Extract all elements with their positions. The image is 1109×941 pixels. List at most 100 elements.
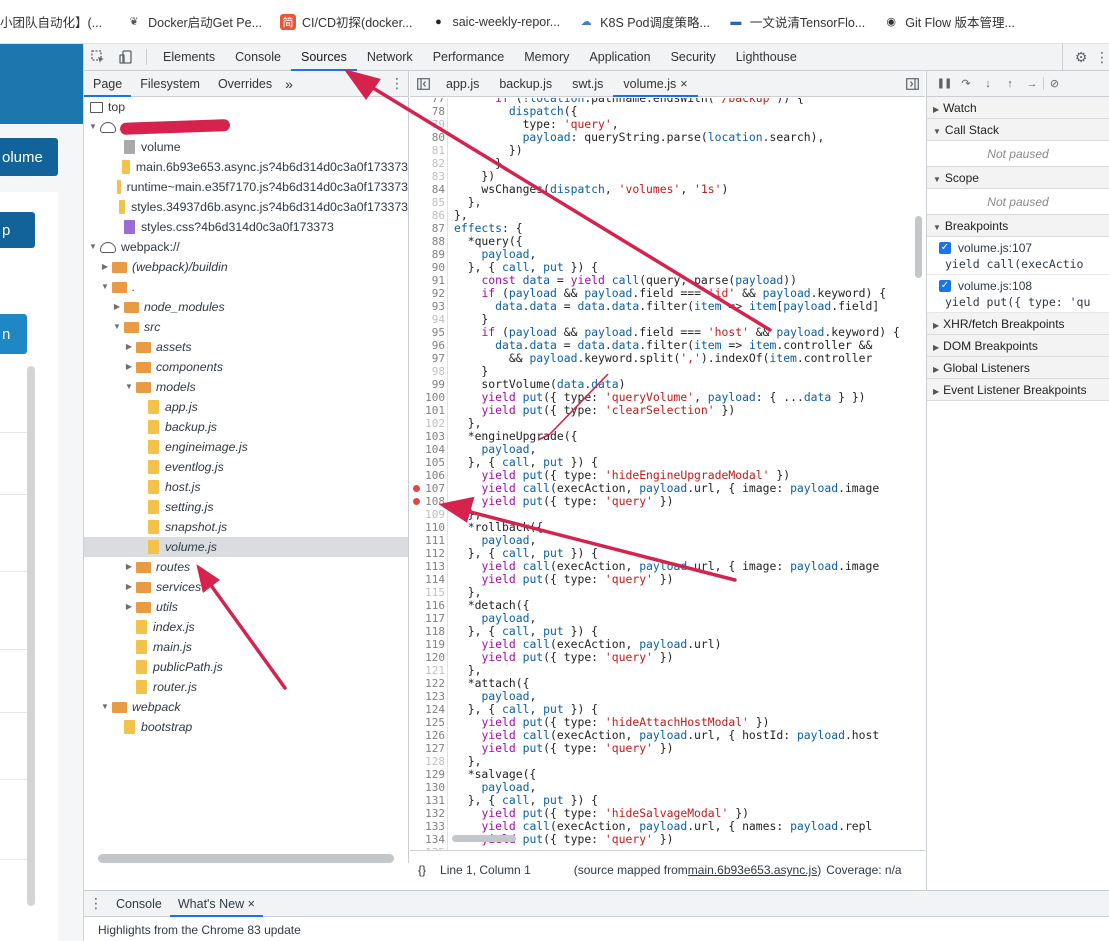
triangle-right-icon[interactable]: ▶ [124,357,134,377]
drawer-menu-icon[interactable]: ⋮ [84,891,108,917]
triangle-down-icon[interactable]: ▼ [88,117,98,137]
line-number[interactable]: 84 [410,183,445,196]
tree-item[interactable]: publicPath.js [84,657,408,677]
tree-item[interactable]: ▶ (webpack)/buildin [84,257,408,277]
line-number[interactable]: 120 [410,651,445,664]
line-number[interactable]: 106 [410,469,445,482]
source-map-link[interactable]: main.6b93e653.async.js [688,863,817,877]
tab-elements[interactable]: Elements [153,44,225,71]
bookmark-item[interactable]: ❦ Docker启动Get Pe... [126,12,262,31]
tree-item[interactable]: runtime~main.e35f7170.js?4b6d314d0c3a0f1… [84,177,408,197]
page-button-3[interactable]: n [0,314,27,354]
line-number[interactable]: 131 [410,794,445,807]
code-area[interactable]: 77 if (!location.pathname.endsWith('/bac… [410,98,925,850]
toggle-debugger-icon[interactable] [899,71,925,97]
tree-item[interactable]: styles.34937d6b.async.js?4b6d314d0c3a0f1… [84,197,408,217]
breakpoints-section[interactable]: ▼ Breakpoints [927,215,1109,237]
page-button-volume[interactable]: olume [0,138,58,176]
tree-item[interactable]: volume [84,137,408,157]
tree-item[interactable]: backup.js [84,417,408,437]
step-icon[interactable]: → [1021,78,1043,90]
more-tabs-icon[interactable]: » [281,71,297,97]
breakpoint-checkbox[interactable]: ✓ [939,242,951,254]
line-number[interactable]: 85 [410,196,445,209]
xhr-breakpoints-section[interactable]: ▶ XHR/fetch Breakpoints [927,313,1109,335]
line-number[interactable]: 100 [410,391,445,404]
line-number[interactable]: 83 [410,170,445,183]
bookmark-item[interactable]: ● saic-weekly-repor... [430,14,560,30]
editor-tab[interactable]: app.js [436,71,489,97]
line-number[interactable]: 79 [410,118,445,131]
triangle-down-icon[interactable]: ▼ [88,237,98,257]
line-number[interactable]: 114 [410,573,445,586]
tree-item[interactable]: app.js [84,397,408,417]
tree-item[interactable]: eventlog.js [84,457,408,477]
line-number[interactable]: 119 [410,638,445,651]
tree-item[interactable]: bootstrap [84,717,408,737]
bookmark-item[interactable]: 简 CI/CD初探(docker... [280,12,412,31]
toggle-navigator-icon[interactable] [410,71,436,97]
line-number[interactable]: 77 [410,98,445,105]
bookmark-item[interactable]: 小团队自动化】(... [0,12,102,31]
tree-item[interactable]: ▶ assets [84,337,408,357]
tree-item[interactable]: main.6b93e653.async.js?4b6d314d0c3a0f173… [84,157,408,177]
bookmark-item[interactable]: ◉ Git Flow 版本管理... [883,12,1015,31]
line-number[interactable]: 95 [410,326,445,339]
code-line[interactable]: 101 yield put({ type: 'clearSelection' }… [410,404,925,418]
tree-item[interactable]: index.js [84,617,408,637]
watch-section[interactable]: ▶ Watch [927,97,1109,119]
triangle-right-icon[interactable]: ▶ [112,297,122,317]
drawer-tab-console[interactable]: Console [108,891,170,917]
line-number[interactable]: 123 [410,690,445,703]
line-number[interactable]: 126 [410,729,445,742]
tree-item[interactable]: ▼ webpack:// [84,237,408,257]
line-number[interactable]: 109 [410,508,445,521]
scope-section[interactable]: ▼ Scope [927,167,1109,189]
tab-console[interactable]: Console [225,44,291,71]
line-number[interactable]: 130 [410,781,445,794]
editor-tab[interactable]: volume.js × [613,71,698,97]
editor-tab[interactable]: backup.js [489,71,562,97]
tree-item[interactable]: snapshot.js [84,517,408,537]
line-number[interactable]: 128 [410,755,445,768]
triangle-down-icon[interactable]: ▼ [112,317,122,337]
device-toolbar-icon[interactable] [112,44,140,71]
tree-item[interactable]: ▼ models [84,377,408,397]
line-number[interactable]: 127 [410,742,445,755]
tab-performance[interactable]: Performance [423,44,515,71]
line-number[interactable]: 105 [410,456,445,469]
line-number[interactable]: 102 [410,417,445,430]
tree-item[interactable]: styles.css?4b6d314d0c3a0f173373 [84,217,408,237]
tab-network[interactable]: Network [357,44,423,71]
call-stack-section[interactable]: ▼ Call Stack [927,119,1109,141]
line-number[interactable]: 110 [410,521,445,534]
tab-sources[interactable]: Sources [290,44,357,71]
pause-icon[interactable]: ❚❚ [933,78,955,89]
line-number[interactable]: 129 [410,768,445,781]
tree-item[interactable]: volume.js [84,537,408,557]
code-line[interactable]: 114 yield put({ type: 'query' }) [410,573,925,587]
line-number[interactable]: 117 [410,612,445,625]
line-number[interactable]: 94 [410,313,445,326]
line-number[interactable]: 82 [410,157,445,170]
tree-item[interactable]: ▶ node_modules [84,297,408,317]
triangle-down-icon[interactable]: ▼ [100,277,110,297]
pretty-print-button[interactable]: {} [418,863,426,877]
line-number[interactable]: 115 [410,586,445,599]
code-line[interactable]: 84 wsChanges(dispatch, 'volumes', '1s') [410,183,925,197]
code-line[interactable]: 127 yield put({ type: 'query' }) [410,742,925,756]
breakpoint-checkbox[interactable]: ✓ [939,280,951,292]
tree-item[interactable]: router.js [84,677,408,697]
line-number[interactable]: 81 [410,144,445,157]
line-number[interactable]: 118 [410,625,445,638]
line-number[interactable]: 98 [410,365,445,378]
line-number[interactable]: 113 [410,560,445,573]
triangle-right-icon[interactable]: ▶ [124,557,134,577]
inspect-element-icon[interactable] [84,44,112,71]
tab-application[interactable]: Application [579,44,660,71]
tab-filesystem[interactable]: Filesystem [131,71,209,97]
tree-item[interactable]: ▶ utils [84,597,408,617]
navigator-menu-icon[interactable]: ⋮ [386,75,408,92]
tree-item[interactable]: ▼ [84,117,408,137]
line-number[interactable]: 93 [410,300,445,313]
